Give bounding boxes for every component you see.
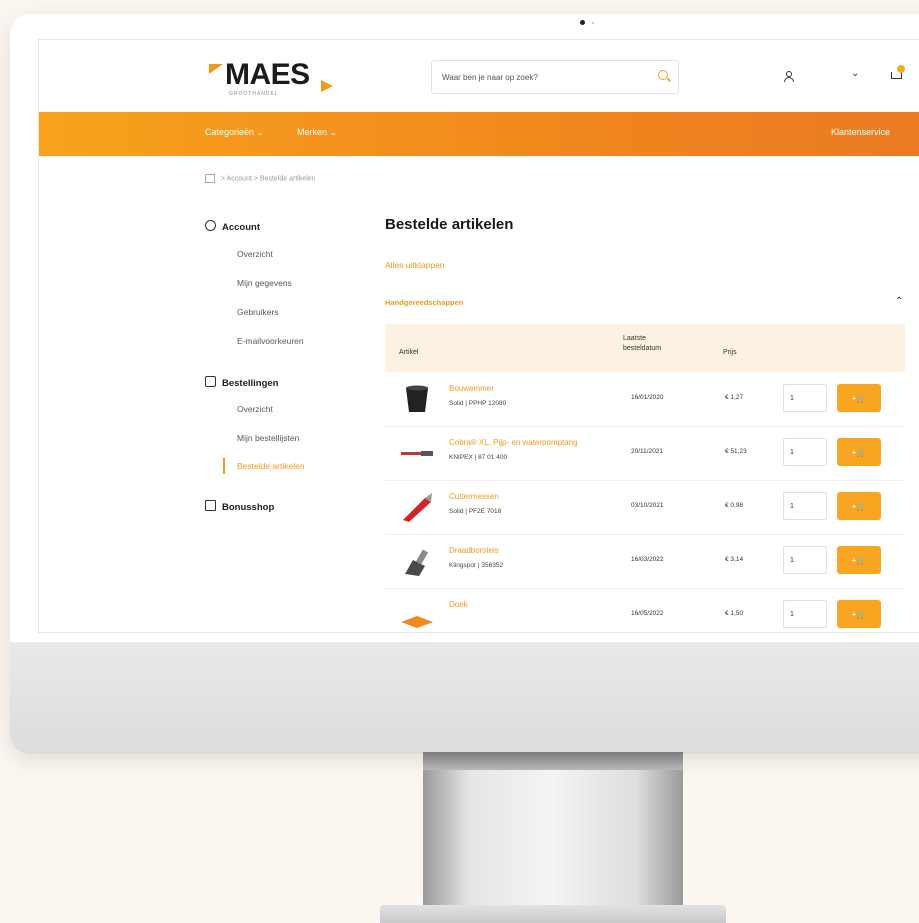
table-row: Bouwemmer Solid | PPHP 12080 16/01/2020 … xyxy=(385,372,905,427)
add-to-cart-button[interactable]: +🛒 xyxy=(837,600,881,628)
sidebar-item-orders-overview[interactable]: Overzicht xyxy=(237,404,273,414)
monitor-frame: MAES GROOTHANDEL ⌄ Categorieën ⌄ Merken … xyxy=(10,14,919,754)
cart-badge xyxy=(897,65,905,73)
camera-light xyxy=(592,22,594,24)
breadcrumb-current: Bestelde artikelen xyxy=(259,175,316,183)
add-to-cart-button[interactable]: +🛒 xyxy=(837,438,881,466)
quantity-input[interactable] xyxy=(783,600,827,628)
expand-all-link[interactable]: Alles uitklappen xyxy=(385,260,445,270)
breadcrumb-separator: > xyxy=(253,175,258,183)
product-name[interactable]: Cobra® XL, Pijp- en waterpomptang xyxy=(449,438,578,447)
home-icon[interactable] xyxy=(205,174,215,183)
quantity-input[interactable] xyxy=(783,492,827,520)
chevron-up-icon[interactable]: ⌃ xyxy=(895,296,903,307)
last-order-date: 16/05/2022 xyxy=(631,610,664,617)
product-name[interactable]: Draadborstels xyxy=(449,546,499,555)
monitor-chin xyxy=(10,642,919,754)
cart-icon[interactable] xyxy=(889,65,905,82)
column-header-article: Artikel xyxy=(399,349,419,356)
logo[interactable]: MAES GROOTHANDEL xyxy=(205,58,335,98)
price: € 0,98 xyxy=(725,502,744,509)
last-order-date: 16/03/2022 xyxy=(631,556,664,563)
nav-brands[interactable]: Merken ⌄ xyxy=(297,127,337,138)
last-order-date: 16/01/2020 xyxy=(631,394,664,401)
logo-mark-right xyxy=(321,80,333,92)
monitor-stand-joint xyxy=(423,752,683,770)
logo-mark-left xyxy=(209,64,223,74)
column-header-price: Prijs xyxy=(723,349,737,356)
chevron-down-icon[interactable]: ⌄ xyxy=(851,68,859,79)
breadcrumb-account[interactable]: Account xyxy=(227,175,252,182)
sidebar-item-overview[interactable]: Overzicht xyxy=(237,249,273,259)
sidebar-heading-label: Account xyxy=(222,222,260,233)
sidebar-heading-bonusshop[interactable]: Bonusshop xyxy=(205,500,274,513)
quantity-input[interactable] xyxy=(783,384,827,412)
pliers-thumbnail[interactable] xyxy=(399,438,435,468)
sidebar-heading-label: Bonusshop xyxy=(222,502,275,513)
main-nav: Categorieën ⌄ Merken ⌄ Klantenservice xyxy=(39,112,919,156)
column-header-last-order-date: Laatste besteldatum xyxy=(623,335,662,352)
add-to-cart-button[interactable]: +🛒 xyxy=(837,546,881,574)
search-input[interactable] xyxy=(440,61,644,93)
search-bar[interactable] xyxy=(431,60,679,94)
cloth-thumbnail[interactable] xyxy=(399,600,435,630)
add-to-cart-button[interactable]: +🛒 xyxy=(837,384,881,412)
box-icon xyxy=(205,376,216,387)
price: € 1,27 xyxy=(725,394,744,401)
browser-screen: MAES GROOTHANDEL ⌄ Categorieën ⌄ Merken … xyxy=(38,39,919,633)
product-name[interactable]: Bouwemmer xyxy=(449,384,494,393)
nav-customer-service[interactable]: Klantenservice xyxy=(831,127,890,137)
sidebar-item-order-lists[interactable]: Mijn bestellijsten xyxy=(237,433,299,443)
sidebar-heading-orders[interactable]: Bestellingen xyxy=(205,376,279,389)
product-sku: Klingspor | 356352 xyxy=(449,562,504,569)
monitor-stand xyxy=(423,752,683,923)
quantity-input[interactable] xyxy=(783,438,827,466)
price: € 3,14 xyxy=(725,556,744,563)
price: € 1,50 xyxy=(725,610,744,617)
table-row: Draadborstels Klingspor | 356352 16/03/2… xyxy=(385,534,905,589)
search-icon[interactable] xyxy=(658,70,668,80)
last-order-date: 20/11/2021 xyxy=(631,448,664,455)
user-icon xyxy=(205,220,216,231)
table-row: Cobra® XL, Pijp- en waterpomptang KNIPEX… xyxy=(385,426,905,481)
breadcrumb: > Account > Bestelde artikelen xyxy=(205,174,316,183)
breadcrumb-separator: > xyxy=(220,175,226,183)
sidebar-heading-label: Bestellingen xyxy=(222,378,279,389)
sidebar-item-users[interactable]: Gebruikers xyxy=(237,307,279,317)
site-header: MAES GROOTHANDEL ⌄ xyxy=(39,40,919,112)
logo-text: MAES xyxy=(225,58,310,91)
table-row: Cuttermessen Solid | PF2E 7018 03/10/202… xyxy=(385,480,905,535)
sidebar-item-my-details[interactable]: Mijn gegevens xyxy=(237,278,292,288)
camera-icon xyxy=(580,20,585,25)
product-sku: Solid | PF2E 7018 xyxy=(449,508,502,515)
main-content: Bestelde artikelen Alles uitklappen Hand… xyxy=(385,210,919,632)
last-order-date: 03/10/2021 xyxy=(631,502,664,509)
price: € 51,23 xyxy=(725,448,747,455)
add-to-cart-button[interactable]: +🛒 xyxy=(837,492,881,520)
group-title[interactable]: Handgereedschappen xyxy=(385,298,463,307)
monitor-stand-base xyxy=(380,905,726,923)
product-sku: Solid | PPHP 12080 xyxy=(449,400,507,407)
quantity-input[interactable] xyxy=(783,546,827,574)
logo-subtext: GROOTHANDEL xyxy=(229,91,279,97)
cutter-thumbnail[interactable] xyxy=(399,492,435,522)
nav-categories[interactable]: Categorieën ⌄ xyxy=(205,127,264,138)
sidebar-item-ordered-items[interactable]: Bestelde artikelen xyxy=(237,461,305,471)
user-icon[interactable] xyxy=(783,71,794,82)
product-sku: KNIPEX | 87 01 400 xyxy=(449,454,508,461)
bucket-thumbnail[interactable] xyxy=(399,384,435,414)
product-name[interactable]: Cuttermessen xyxy=(449,492,499,501)
gift-icon xyxy=(205,500,216,511)
page-title: Bestelde artikelen xyxy=(385,216,514,233)
active-indicator xyxy=(223,458,225,474)
sidebar-heading-account[interactable]: Account xyxy=(205,220,260,233)
product-name[interactable]: Doek xyxy=(449,600,468,609)
table-row: Doek 16/05/2022 € 1,50 +🛒 xyxy=(385,588,905,632)
table-header: Artikel Laatste besteldatum Prijs xyxy=(385,324,905,372)
sidebar-item-email-preferences[interactable]: E-mailvoorkeuren xyxy=(237,336,304,346)
wire-brush-thumbnail[interactable] xyxy=(399,546,435,576)
